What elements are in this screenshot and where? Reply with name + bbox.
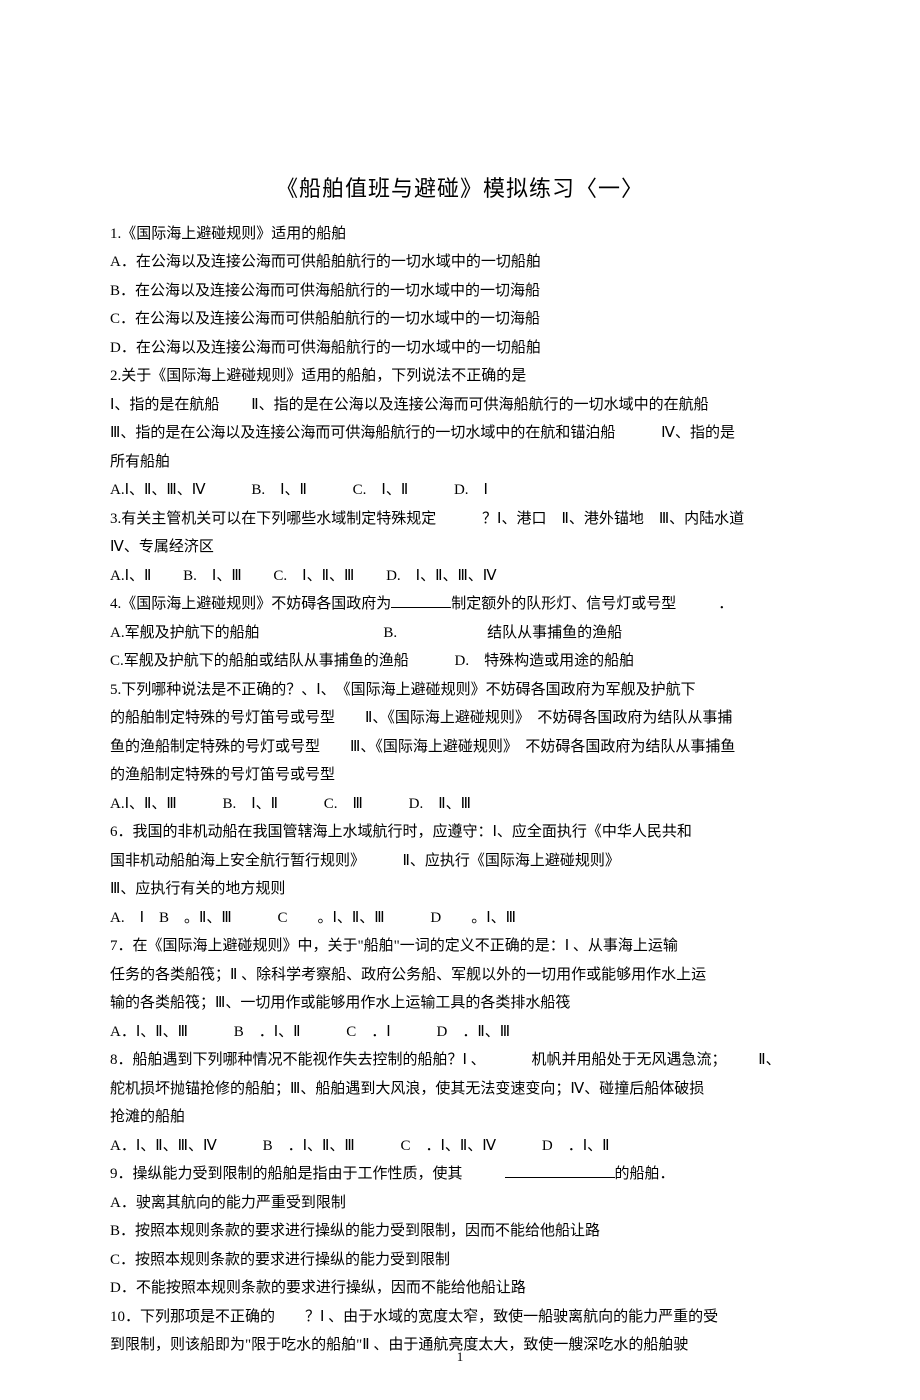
document-title: 《船舶值班与避碰》模拟练习〈一〉	[110, 168, 810, 210]
q9-line1a: 9．操纵能力受到限制的船舶是指由于工作性质，使其	[110, 1166, 463, 1182]
q3-line2: Ⅳ、专属经济区	[110, 533, 810, 562]
q5-opt-d: D. Ⅱ、Ⅲ	[409, 796, 471, 812]
q4-line1a: 4.《国际海上避碰规则》不妨碍各国政府为	[110, 596, 391, 612]
q3-opt-c: C. Ⅰ、Ⅱ、Ⅲ	[273, 568, 354, 584]
q6-opt-d: D 。Ⅰ、Ⅲ	[430, 910, 516, 926]
q2-opt-c: C. Ⅰ、Ⅱ	[353, 482, 409, 498]
q4-line1b: 制定额外的队形灯、信号灯或号型	[451, 596, 676, 612]
q7-opt-b: B ．Ⅰ、Ⅱ	[234, 1024, 301, 1040]
q5-opt-b: B. Ⅰ、Ⅱ	[222, 796, 278, 812]
q8-line2: 舵机损坏抛锚抢修的船舶；Ⅲ、船舶遇到大风浪，使其无法变速变向；Ⅳ、碰撞后船体破损	[110, 1075, 810, 1104]
q8-opt-b: B ．Ⅰ、Ⅱ、Ⅲ	[263, 1138, 355, 1154]
q10-line1: 10．下列那项是不正确的 ？Ⅰ 、由于水域的宽度太窄，致使一船驶离航向的能力严重…	[110, 1303, 810, 1332]
q7-line1: 7．在《国际海上避碰规则》中，关于"船舶"一词的定义不正确的是：Ⅰ 、从事海上运…	[110, 932, 810, 961]
q2-opt-a: A.Ⅰ、Ⅱ、Ⅲ、Ⅳ	[110, 482, 206, 498]
q8-line1a: 8．船舶遇到下列哪种情况不能视作失去控制的船舶？Ⅰ 、	[110, 1052, 486, 1068]
q5-line2: 的船舶制定特殊的号灯笛号或号型 Ⅱ、《国际海上避碰规则》 不妨碍各国政府为结队从…	[110, 704, 810, 733]
q6-options: A. Ⅰ B 。Ⅱ、Ⅲ C 。Ⅰ、Ⅱ、Ⅲ D 。Ⅰ、Ⅲ	[110, 904, 810, 933]
q4-line1: 4.《国际海上避碰规则》不妨碍各国政府为 制定额外的队形灯、信号灯或号型 ．	[110, 590, 810, 619]
q2-options: A.Ⅰ、Ⅱ、Ⅲ、Ⅳ B. Ⅰ、Ⅱ C. Ⅰ、Ⅱ D. Ⅰ	[110, 476, 810, 505]
q4-options-row2: C.军舰及护航下的船舶或结队从事捕鱼的渔船 D. 特殊构造或用途的船舶	[110, 647, 810, 676]
q5-options: A.Ⅰ、Ⅱ、Ⅲ B. Ⅰ、Ⅱ C. Ⅲ D. Ⅱ、Ⅲ	[110, 790, 810, 819]
q5-line4: 的渔船制定特殊的号灯笛号或号型	[110, 761, 810, 790]
q1-stem: 1.《国际海上避碰规则》适用的船舶	[110, 220, 810, 249]
q1-option-c: C．在公海以及连接公海而可供船舶航行的一切水域中的一切海船	[110, 305, 810, 334]
q6-opt-a: A. Ⅰ B 。Ⅱ、Ⅲ	[110, 910, 232, 926]
q9-line1b: 的船舶．	[615, 1166, 675, 1182]
q1-option-a: A．在公海以及连接公海而可供船舶航行的一切水域中的一切船舶	[110, 248, 810, 277]
blank-input	[391, 592, 451, 608]
q9-option-b: B．按照本规则条款的要求进行操纵的能力受到限制，因而不能给他船让路	[110, 1217, 810, 1246]
q7-opt-a: A．Ⅰ、Ⅱ、Ⅲ	[110, 1024, 188, 1040]
q7-line2: 任务的各类船筏；Ⅱ 、除科学考察船、政府公务船、军舰以外的一切用作或能够用作水上…	[110, 961, 810, 990]
q2-line3b: Ⅳ、指的是	[661, 425, 735, 441]
q4-line1c: ．	[718, 596, 733, 612]
q1-option-d: D．在公海以及连接公海而可供海船航行的一切水域中的一切船舶	[110, 334, 810, 363]
q9-option-c: C．按照本规则条款的要求进行操纵的能力受到限制	[110, 1246, 810, 1275]
q6-line3: Ⅲ、应执行有关的地方规则	[110, 875, 810, 904]
q2-opt-d: D. Ⅰ	[454, 482, 488, 498]
q2-line4: 所有船舶	[110, 448, 810, 477]
q5-opt-a: A.Ⅰ、Ⅱ、Ⅲ	[110, 796, 177, 812]
q2-opt-b: B. Ⅰ、Ⅱ	[251, 482, 307, 498]
q3-opt-a: A.Ⅰ、Ⅱ	[110, 568, 151, 584]
q3-options: A.Ⅰ、Ⅱ B. Ⅰ、Ⅲ C. Ⅰ、Ⅱ、Ⅲ D. Ⅰ、Ⅱ、Ⅲ、Ⅳ	[110, 562, 810, 591]
q2-line2b: Ⅱ、指的是在公海以及连接公海而可供海船航行的一切水域中的在航船	[251, 397, 708, 413]
q9-option-a: A．驶离其航向的能力严重受到限制	[110, 1189, 810, 1218]
q3-opt-d: D. Ⅰ、Ⅱ、Ⅲ、Ⅳ	[386, 568, 497, 584]
q8-opt-a: A．Ⅰ、Ⅱ、Ⅲ、Ⅳ	[110, 1138, 217, 1154]
q6-opt-c: C 。Ⅰ、Ⅱ、Ⅲ	[278, 910, 385, 926]
q5-line1: 5.下列哪种说法是不正确的？、Ⅰ、 《国际海上避碰规则》不妨碍各国政府为军舰及护…	[110, 676, 810, 705]
q7-opt-d: D ．Ⅱ、Ⅲ	[436, 1024, 510, 1040]
q3-line1: 3.有关主管机关可以在下列哪些水域制定特殊规定 ？Ⅰ、港口 Ⅱ、港外锚地 Ⅲ、内…	[110, 505, 810, 534]
q2-line3a: Ⅲ、指的是在公海以及连接公海而可供海船航行的一切水域中的在航和锚泊船	[110, 425, 615, 441]
q4-opt-d: D. 特殊构造或用途的船舶	[455, 653, 635, 669]
q7-opt-c: C ．Ⅰ	[346, 1024, 390, 1040]
q5-opt-c: C. Ⅲ	[324, 796, 363, 812]
q4-opt-a: A.军舰及护航下的船舶	[110, 625, 260, 641]
q2-line1: 2.关于《国际海上避碰规则》适用的船舶，下列说法不正确的是	[110, 362, 810, 391]
blank-input	[505, 1162, 615, 1178]
q4-options-row1: A.军舰及护航下的船舶 B. 结队从事捕鱼的渔船	[110, 619, 810, 648]
q2-line2: Ⅰ、指的是在航船 Ⅱ、指的是在公海以及连接公海而可供海船航行的一切水域中的在航船	[110, 391, 810, 420]
q8-line1b: 机帆并用船处于无风遇急流；	[531, 1052, 726, 1068]
page: 《船舶值班与避碰》模拟练习〈一〉 1.《国际海上避碰规则》适用的船舶 A．在公海…	[0, 0, 920, 1400]
q3-line1a: 3.有关主管机关可以在下列哪些水域制定特殊规定	[110, 511, 436, 527]
q1-option-b: B．在公海以及连接公海而可供海船航行的一切水域中的一切海船	[110, 277, 810, 306]
q9-line1: 9．操纵能力受到限制的船舶是指由于工作性质，使其 的船舶．	[110, 1160, 810, 1189]
q7-options: A．Ⅰ、Ⅱ、Ⅲ B ．Ⅰ、Ⅱ C ．Ⅰ D ．Ⅱ、Ⅲ	[110, 1018, 810, 1047]
q2-line3: Ⅲ、指的是在公海以及连接公海而可供海船航行的一切水域中的在航和锚泊船 Ⅳ、指的是	[110, 419, 810, 448]
q5-line3: 鱼的渔船制定特殊的号灯或号型 Ⅲ、《国际海上避碰规则》 不妨碍各国政府为结队从事…	[110, 733, 810, 762]
q2-line2a: Ⅰ、指的是在航船	[110, 397, 219, 413]
q4-opt-b: B. 结队从事捕鱼的渔船	[383, 625, 622, 641]
q6-line1: 6．我国的非机动船在我国管辖海上水域航行时，应遵守：Ⅰ、应全面执行《中华人民共和	[110, 818, 810, 847]
q8-opt-d: D ．Ⅰ、Ⅱ	[542, 1138, 610, 1154]
q6-line2: 国非机动船舶海上安全航行暂行规则》 Ⅱ、应执行《国际海上避碰规则》	[110, 847, 810, 876]
q8-line1: 8．船舶遇到下列哪种情况不能视作失去控制的船舶？Ⅰ 、 机帆并用船处于无风遇急流…	[110, 1046, 810, 1075]
q8-line3: 抢滩的船舶	[110, 1103, 810, 1132]
q7-line3: 输的各类船筏；Ⅲ、一切用作或能够用作水上运输工具的各类排水船筏	[110, 989, 810, 1018]
q4-opt-c: C.军舰及护航下的船舶或结队从事捕鱼的渔船	[110, 653, 409, 669]
q8-options: A．Ⅰ、Ⅱ、Ⅲ、Ⅳ B ．Ⅰ、Ⅱ、Ⅲ C ．Ⅰ、Ⅱ、Ⅳ D ．Ⅰ、Ⅱ	[110, 1132, 810, 1161]
page-number: 1	[0, 1345, 920, 1370]
q3-opt-b: B. Ⅰ、Ⅲ	[183, 568, 242, 584]
q3-line1b: ？Ⅰ、港口 Ⅱ、港外锚地 Ⅲ、内陆水道	[482, 511, 744, 527]
q8-line1c: Ⅱ、	[758, 1052, 780, 1068]
q8-opt-c: C ．Ⅰ、Ⅱ、Ⅳ	[400, 1138, 496, 1154]
q9-option-d: D．不能按照本规则条款的要求进行操纵，因而不能给他船让路	[110, 1274, 810, 1303]
